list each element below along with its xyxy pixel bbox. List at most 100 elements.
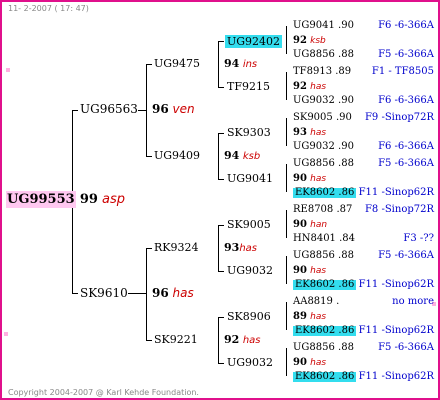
g5-dam-ring[interactable]: UG9032 .90 (293, 142, 354, 152)
g5-sire-ring[interactable]: SK9005 .90 (293, 113, 352, 123)
g5-dam-ring[interactable]: EK8602 .86 (293, 280, 357, 290)
connector (286, 256, 287, 284)
g5-dam-pedigree-ref[interactable]: F6 -6-366A (378, 142, 434, 152)
g5-score: 92 (293, 81, 307, 92)
connector (146, 340, 152, 341)
connector (146, 248, 152, 249)
dam-score: 96 (152, 286, 169, 300)
connector (72, 110, 78, 111)
g4-ring[interactable]: UG9032 (227, 357, 273, 368)
g4-ring[interactable]: SK9005 (227, 219, 271, 230)
g5-dam-pedigree-ref[interactable]: F11 -Sinop62R (359, 280, 434, 290)
connector (218, 133, 224, 134)
g3-score: 94 (224, 57, 240, 70)
g5-dam-ring[interactable]: UG9032 .90 (293, 96, 354, 106)
g3-ring[interactable]: UG9475 (154, 58, 200, 69)
g5-score-line: 92 has (293, 82, 326, 92)
g5-species: has (310, 128, 327, 138)
g3-ring[interactable]: RK9324 (154, 242, 199, 253)
g5-dam-pedigree-ref[interactable]: F11 -Sinop62R (359, 326, 434, 336)
connector (146, 64, 147, 156)
g5-sire-ring[interactable]: TF8913 .89 (293, 67, 351, 77)
connector (146, 248, 147, 340)
g5-sire-pedigree-ref[interactable]: F8 -Sinop72R (365, 205, 434, 215)
g5-sire-ring[interactable]: UG8856 .88 (293, 343, 354, 353)
g5-sire-pedigree-ref[interactable]: F6 -6-366A (378, 21, 434, 31)
g5-species: han (310, 220, 328, 230)
root-score: 99 (79, 192, 98, 207)
g5-score: 93 (293, 127, 307, 138)
g3-score: 93 (224, 241, 240, 254)
g5-sire-pedigree-ref[interactable]: F5 -6-366A (378, 251, 434, 261)
connector (218, 179, 224, 180)
connector (218, 363, 224, 364)
g5-sire-ring[interactable]: UG8856 .88 (293, 159, 354, 169)
connector (72, 293, 78, 294)
connector (218, 317, 224, 318)
connector (146, 156, 152, 157)
g5-score-line: 90 han (293, 220, 327, 230)
g4-ring[interactable]: SK9303 (227, 127, 271, 138)
g5-dam-pedigree-ref[interactable]: F11 -Sinop62R (359, 188, 434, 198)
g4-ring[interactable]: UG92402 (225, 35, 283, 48)
connector (286, 210, 287, 238)
g5-dam-pedigree-ref[interactable]: F11 -Sinop62R (359, 372, 434, 382)
g3-score-line: 93has (224, 242, 257, 254)
g5-species: has (310, 174, 327, 184)
connector (218, 41, 224, 42)
root-pigeon[interactable]: UG99553 99 asp (6, 191, 125, 208)
dam-species: has (172, 286, 194, 300)
g5-sire-pedigree-ref[interactable]: F9 -Sinop72R (365, 113, 434, 123)
g5-sire-pedigree-ref[interactable]: F5 -6-366A (378, 159, 434, 169)
g5-score-line: 92 ksb (293, 36, 326, 46)
g5-dam-ring[interactable]: EK8602 .86 (293, 326, 357, 336)
g4-ring[interactable]: SK8906 (227, 311, 271, 322)
decor-dot (4, 332, 8, 336)
g5-sire-ring[interactable]: UG8856 .88 (293, 251, 354, 261)
g4-ring[interactable]: TF9215 (227, 81, 270, 92)
g4-ring[interactable]: UG9032 (227, 265, 273, 276)
g5-dam-ring[interactable]: EK8602 .86 (293, 372, 357, 382)
sire-ring[interactable]: UG96563 (80, 103, 138, 115)
sire-species: ven (172, 102, 195, 116)
g5-dam-ring[interactable]: EK8602 .86 (293, 188, 357, 198)
g3-ring[interactable]: SK9221 (154, 334, 198, 345)
g5-sire-pedigree-ref[interactable]: F5 -6-366A (378, 343, 434, 353)
g5-score-line: 89 has (293, 312, 326, 322)
g3-score: 92 (224, 333, 240, 346)
connector (286, 26, 287, 54)
connector (218, 317, 219, 363)
connector (286, 118, 287, 146)
g5-dam-pedigree-ref[interactable]: F3 -?? (403, 234, 434, 244)
g5-dam-pedigree-ref[interactable]: F5 -6-366A (378, 50, 434, 60)
g4-ring[interactable]: UG9041 (227, 173, 273, 184)
g5-sire-pedigree-ref[interactable]: F1 - TF8505 (372, 67, 434, 77)
g5-sire-ring[interactable]: RE8708 .87 (293, 205, 352, 215)
g5-species: has (310, 312, 327, 322)
g3-species: has (242, 335, 261, 346)
g3-score-line: 92 has (224, 334, 261, 346)
g5-score: 90 (293, 265, 307, 276)
g5-species: has (310, 358, 327, 368)
g5-dam-ring[interactable]: UG8856 .88 (293, 50, 354, 60)
connector (218, 271, 224, 272)
g5-sire-pedigree-ref[interactable]: no more (392, 297, 434, 307)
g5-dam-ring[interactable]: HN8401 .84 (293, 234, 355, 244)
g5-score-line: 90 has (293, 266, 326, 276)
g5-score: 90 (293, 357, 307, 368)
g3-ring[interactable]: UG9409 (154, 150, 200, 161)
g5-score: 89 (293, 311, 307, 322)
g5-score: 90 (293, 219, 307, 230)
connector (138, 110, 146, 111)
dam-ring[interactable]: SK9610 (80, 287, 128, 299)
connector (146, 64, 152, 65)
connector (128, 293, 146, 294)
g5-dam-pedigree-ref[interactable]: F6 -6-366A (378, 96, 434, 106)
g5-sire-ring[interactable]: AA8819 . (293, 297, 339, 307)
g3-score-line: 94 ksb (224, 150, 260, 162)
dam-score-line: 96 has (152, 287, 194, 299)
decor-dot (6, 68, 10, 72)
g5-score-line: 93 has (293, 128, 326, 138)
g5-sire-ring[interactable]: UG9041 .90 (293, 21, 354, 31)
connector (218, 225, 219, 271)
